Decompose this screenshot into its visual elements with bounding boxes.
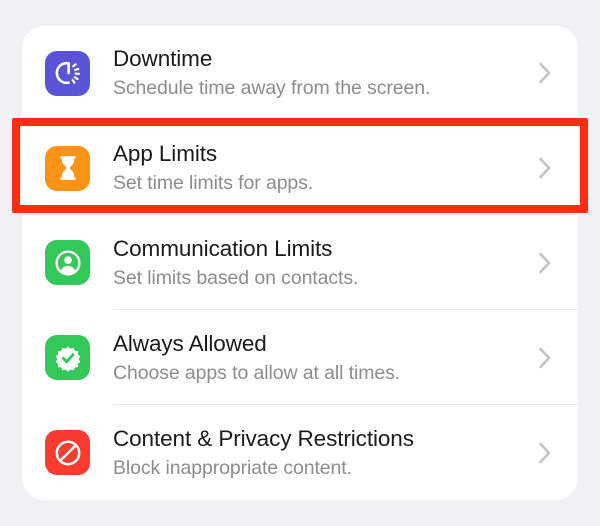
row-subtitle: Choose apps to allow at all times. (113, 361, 401, 384)
settings-list: Downtime Schedule time away from the scr… (22, 26, 578, 500)
row-subtitle: Schedule time away from the screen. (113, 77, 431, 100)
settings-card: Downtime Schedule time away from the scr… (22, 26, 578, 500)
row-text-block: Downtime Schedule time away from the scr… (113, 45, 522, 101)
row-title: App Limits (113, 141, 218, 167)
checkmark-rosette-icon (45, 335, 90, 381)
row-title: Communication Limits (113, 235, 333, 261)
settings-row-app-limits[interactable]: App Limits Set time limits for apps. (22, 121, 578, 216)
settings-row-content-privacy-restrictions[interactable]: Content & Privacy Restrictions Block ina… (22, 405, 578, 500)
downtime-icon (45, 50, 90, 96)
chevron-right-icon[interactable] (532, 56, 558, 90)
row-text-block: App Limits Set time limits for apps. (113, 140, 522, 196)
settings-row-always-allowed[interactable]: Always Allowed Choose apps to allow at a… (22, 310, 578, 405)
person-circle-icon (45, 240, 90, 286)
chevron-right-icon[interactable] (532, 341, 558, 375)
row-title: Content & Privacy Restrictions (113, 425, 414, 451)
prohibition-icon (45, 430, 90, 476)
hourglass-icon (45, 145, 90, 191)
settings-row-downtime[interactable]: Downtime Schedule time away from the scr… (22, 26, 578, 121)
row-subtitle: Set limits based on contacts. (113, 266, 359, 289)
settings-row-communication-limits[interactable]: Communication Limits Set limits based on… (22, 216, 578, 311)
row-text-block: Communication Limits Set limits based on… (113, 235, 522, 291)
chevron-right-icon[interactable] (532, 436, 558, 470)
chevron-right-icon[interactable] (532, 246, 558, 280)
row-text-block: Always Allowed Choose apps to allow at a… (113, 330, 522, 386)
row-subtitle: Set time limits for apps. (113, 172, 314, 195)
chevron-right-icon[interactable] (532, 151, 558, 185)
row-subtitle: Block inappropriate content. (113, 456, 352, 479)
row-title: Always Allowed (113, 330, 267, 356)
row-text-block: Content & Privacy Restrictions Block ina… (113, 425, 522, 481)
row-title: Downtime (113, 46, 213, 72)
